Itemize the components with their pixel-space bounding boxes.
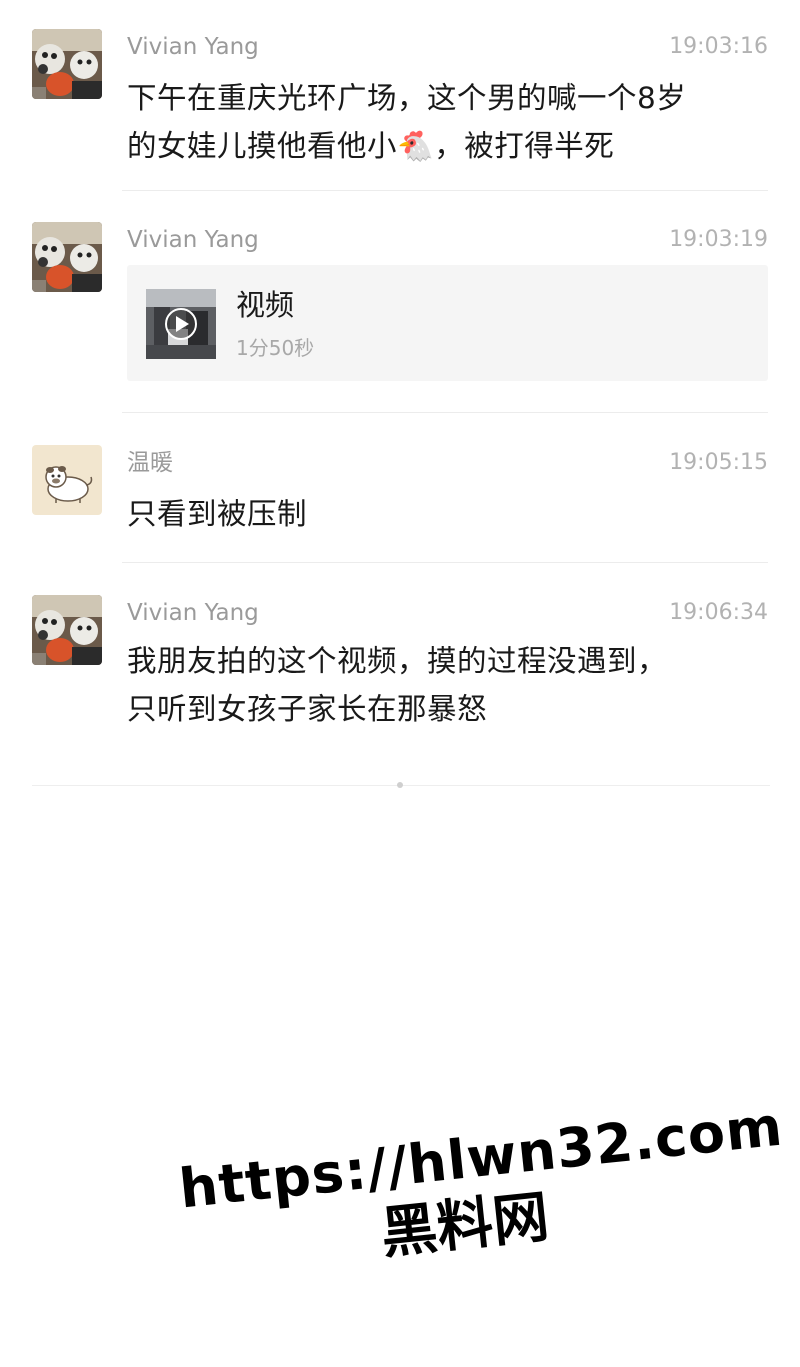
divider [122,190,768,191]
attachment-duration: 1分50秒 [236,336,315,360]
message-line: 我朋友拍的这个视频，摸的过程没遇到， [127,644,668,678]
divider [122,562,768,563]
avatar[interactable] [32,445,102,515]
message-text: 只看到被压制 [127,490,772,538]
message-text: 下午在重庆光环广场，这个男的喊一个8岁 的女娃儿摸他看他小🐔，被打得半死 [127,74,772,170]
message-line: 只看到被压制 [127,497,308,531]
video-attachment-card[interactable]: 视频 1分50秒 [127,265,768,381]
sender-name[interactable]: Vivian Yang [127,226,259,254]
attachment-title: 视频 [236,288,295,322]
message-time: 19:03:16 [669,34,768,59]
message-line: 下午在重庆光环广场，这个男的喊一个8岁 [127,81,687,115]
message-time: 19:03:19 [669,227,768,252]
message-text: 我朋友拍的这个视频，摸的过程没遇到， 只听到女孩子家长在那暴怒 [127,637,772,733]
sender-name[interactable]: 温暖 [127,449,173,477]
message-time: 19:05:15 [669,450,768,475]
message-line: 的女娃儿摸他看他小🐔，被打得半死 [127,129,615,163]
end-dot [397,782,403,788]
avatar[interactable] [32,222,102,292]
message-time: 19:06:34 [669,600,768,625]
divider [122,412,768,413]
avatar[interactable] [32,595,102,665]
video-thumbnail[interactable] [146,289,216,359]
avatar[interactable] [32,29,102,99]
sender-name[interactable]: Vivian Yang [127,33,259,61]
message-line: 只听到女孩子家长在那暴怒 [127,692,488,726]
sender-name[interactable]: Vivian Yang [127,599,259,627]
watermark: https://hlwn32.com 黑料网 [176,1094,794,1356]
